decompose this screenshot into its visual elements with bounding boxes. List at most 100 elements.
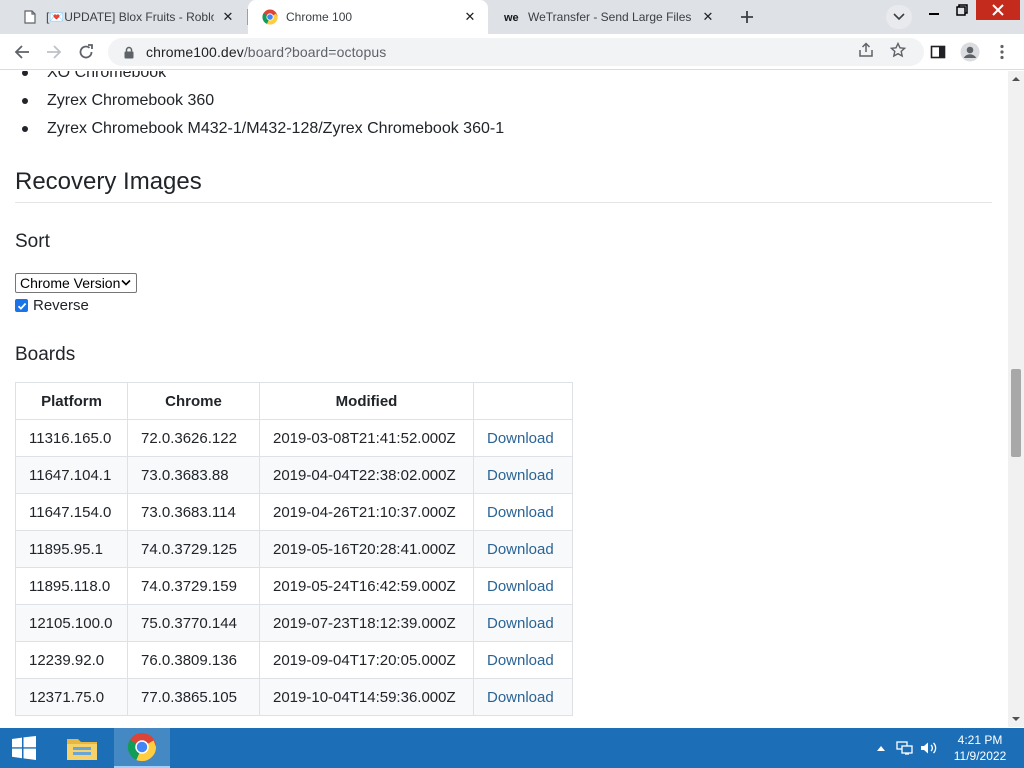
download-cell: Download: [473, 456, 573, 494]
tab-title: Chrome 100: [286, 10, 353, 24]
close-tab-icon[interactable]: ✕: [462, 9, 478, 25]
sort-select-value: Chrome Version: [20, 275, 121, 291]
modified-cell: 2019-07-23T18:12:39.000Z: [259, 604, 474, 642]
download-link[interactable]: Download: [487, 578, 554, 595]
download-link[interactable]: Download: [487, 689, 554, 706]
bookmark-button[interactable]: [888, 40, 908, 60]
profile-avatar-icon: [960, 42, 980, 62]
clock-date: 11/9/2022: [953, 749, 1007, 763]
modified-cell: 2019-04-04T22:38:02.000Z: [259, 456, 474, 494]
table-row: 11895.95.1 74.0.3729.125 2019-05-16T20:28:…: [15, 530, 573, 568]
chrome-version-cell: 77.0.3865.105: [127, 678, 260, 716]
windows-taskbar: 4:21 PM 11/9/2022: [0, 728, 1024, 768]
download-link[interactable]: Download: [487, 504, 554, 521]
lock-icon[interactable]: [122, 45, 136, 59]
reload-icon: [79, 44, 93, 59]
checkbox-checked-icon[interactable]: [15, 299, 28, 312]
star-icon: [890, 42, 906, 58]
page-content: XO Chromebook Zyrex Chromebook 360 Zyrex…: [0, 71, 1008, 727]
tab-search-button[interactable]: [886, 5, 912, 29]
boards-heading: Boards: [15, 344, 76, 365]
chrome-version-cell: 72.0.3626.122: [127, 419, 260, 457]
table-row: 12105.100.0 75.0.3770.144 2019-07-23T18:12…: [15, 604, 573, 642]
show-hidden-icons-button[interactable]: [872, 728, 890, 768]
platform-cell: 11647.154.0: [15, 493, 128, 531]
platform-cell: 11895.95.1: [15, 530, 128, 568]
tab-title: [💌UPDATE] Blox Fruits - Roblo: [46, 10, 214, 24]
close-window-button[interactable]: [976, 0, 1020, 20]
recovery-images-heading: Recovery Images: [15, 168, 202, 195]
system-clock[interactable]: 4:21 PM 11/9/2022: [940, 732, 1020, 764]
scrollbar-thumb[interactable]: [1011, 369, 1021, 457]
clock-time: 4:21 PM: [957, 733, 1003, 747]
platform-cell: 11316.165.0: [15, 419, 128, 457]
tab-wetransfer[interactable]: we WeTransfer - Send Large Files & ✕: [490, 0, 726, 34]
start-button[interactable]: [0, 728, 48, 768]
download-link[interactable]: Download: [487, 615, 554, 632]
column-header-download: [473, 382, 573, 420]
tab-title: WeTransfer - Send Large Files &: [528, 10, 694, 24]
platform-cell: 12105.100.0: [15, 604, 128, 642]
close-tab-icon[interactable]: ✕: [700, 9, 716, 25]
vertical-scrollbar[interactable]: [1008, 71, 1024, 727]
download-link[interactable]: Download: [487, 652, 554, 669]
address-bar[interactable]: chrome100.dev/board?board=octopus: [108, 38, 924, 66]
scroll-down-arrow-icon: [1012, 717, 1020, 721]
download-cell: Download: [473, 604, 573, 642]
arrow-right-icon: [47, 45, 62, 59]
device-list: XO Chromebook Zyrex Chromebook 360 Zyrex…: [21, 71, 504, 143]
column-header-modified: Modified: [259, 382, 474, 420]
divider: [15, 202, 992, 203]
reverse-label: Reverse: [33, 297, 89, 314]
download-link[interactable]: Download: [487, 467, 554, 484]
profile-button[interactable]: [958, 40, 982, 64]
modified-cell: 2019-05-16T20:28:41.000Z: [259, 530, 474, 568]
kebab-menu-icon: [1000, 44, 1004, 60]
table-row: 12239.92.0 76.0.3809.136 2019-09-04T17:20:…: [15, 641, 573, 679]
scroll-up-arrow-icon: [1012, 77, 1020, 81]
close-icon: [992, 4, 1004, 16]
minimize-button[interactable]: [920, 0, 948, 20]
side-panel-button[interactable]: [926, 40, 950, 64]
download-cell: Download: [473, 530, 573, 568]
tab-blox-fruits[interactable]: [💌UPDATE] Blox Fruits - Roblo ✕: [8, 0, 246, 34]
platform-cell: 12371.75.0: [15, 678, 128, 716]
download-cell: Download: [473, 493, 573, 531]
reverse-checkbox[interactable]: Reverse: [15, 297, 89, 314]
table-row: 11647.104.1 73.0.3683.88 2019-04-04T22:38:…: [15, 456, 573, 494]
download-link[interactable]: Download: [487, 430, 554, 447]
platform-cell: 11647.104.1: [15, 456, 128, 494]
back-button[interactable]: [10, 40, 34, 64]
chevron-down-icon: [893, 13, 905, 21]
url-text: chrome100.dev/board?board=octopus: [146, 44, 386, 60]
table-row: 12371.75.0 77.0.3865.105 2019-10-04T14:59:…: [15, 678, 573, 716]
chrome-version-cell: 74.0.3729.159: [127, 567, 260, 605]
file-explorer-taskbar-button[interactable]: [54, 728, 110, 768]
sort-select[interactable]: Chrome Version: [15, 273, 137, 293]
minimize-icon: [929, 13, 939, 15]
wetransfer-logo-icon: we: [504, 9, 520, 25]
speaker-icon: [921, 742, 937, 754]
reload-button[interactable]: [74, 40, 98, 64]
share-button[interactable]: [856, 40, 876, 60]
forward-button[interactable]: [42, 40, 66, 64]
table-row: 11647.154.0 73.0.3683.114 2019-04-26T21:10…: [15, 493, 573, 531]
share-icon: [859, 42, 873, 57]
tab-chrome-100[interactable]: Chrome 100 ✕: [248, 0, 488, 34]
table-row: 11316.165.0 72.0.3626.122 2019-03-08T21:41…: [15, 419, 573, 457]
close-tab-icon[interactable]: ✕: [220, 9, 236, 25]
modified-cell: 2019-10-04T14:59:36.000Z: [259, 678, 474, 716]
device-list-item: Zyrex Chromebook M432-1/M432-128/Zyrex C…: [21, 115, 504, 143]
chrome-taskbar-button[interactable]: [114, 728, 170, 768]
new-tab-button[interactable]: [734, 5, 760, 29]
tab-strip: [💌UPDATE] Blox Fruits - Roblo ✕ Chrome 1…: [0, 0, 1024, 34]
device-list-item: Zyrex Chromebook 360: [21, 87, 504, 115]
arrow-left-icon: [14, 45, 29, 59]
network-button[interactable]: [894, 728, 916, 768]
download-link[interactable]: Download: [487, 541, 554, 558]
restore-button[interactable]: [948, 0, 976, 20]
menu-button[interactable]: [990, 40, 1014, 64]
modified-cell: 2019-05-24T16:42:59.000Z: [259, 567, 474, 605]
chrome-version-cell: 76.0.3809.136: [127, 641, 260, 679]
volume-button[interactable]: [918, 728, 940, 768]
